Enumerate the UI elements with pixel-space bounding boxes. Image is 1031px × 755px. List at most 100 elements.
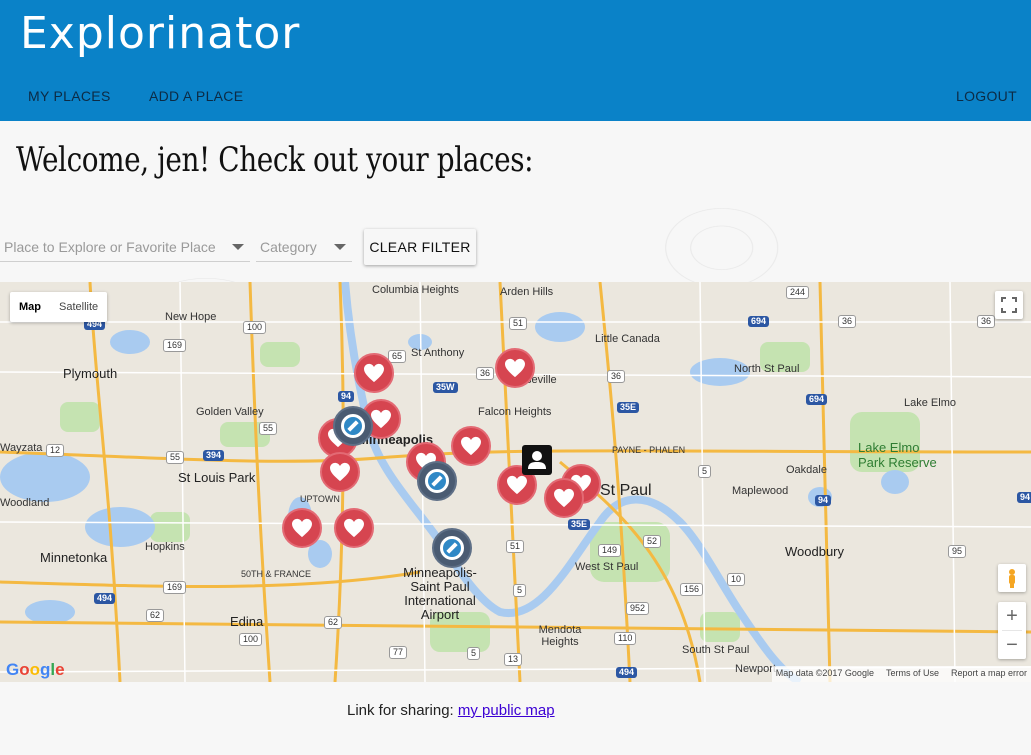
map-label: St Louis Park (178, 470, 256, 485)
nav-logout[interactable]: LOGOUT (956, 88, 1017, 104)
heart-icon (364, 363, 384, 383)
interstate-shield-icon: 94 (338, 391, 355, 402)
map-label: Mendota Heights (538, 624, 582, 648)
favorite-place-pin[interactable] (544, 478, 584, 518)
map-label: South St Paul (682, 644, 750, 656)
public-map-link[interactable]: my public map (458, 702, 555, 719)
route-shield-icon: 5 (467, 647, 481, 660)
interstate-shield-icon: 394 (203, 450, 225, 461)
map-label: PAYNE - PHALEN (612, 445, 686, 455)
map-data-credit: Map data ©2017 Google (775, 668, 874, 678)
route-shield-icon: 36 (838, 315, 857, 328)
route-shield-icon: 12 (46, 444, 65, 457)
route-shield-icon: 55 (166, 451, 185, 464)
route-shield-icon: 100 (239, 633, 263, 646)
nav-my-places[interactable]: MY PLACES (28, 88, 111, 104)
app-logo[interactable]: Explorinator (20, 8, 300, 59)
share-label: Link for sharing: (347, 702, 458, 719)
interstate-shield-icon: 494 (616, 667, 638, 678)
favorite-place-pin[interactable] (334, 508, 374, 548)
interstate-shield-icon: 94 (1017, 492, 1031, 503)
fullscreen-button[interactable] (995, 291, 1023, 319)
map-label: New Hope (165, 311, 217, 323)
explore-place-pin[interactable] (417, 461, 457, 501)
map-label: Oakdale (786, 464, 827, 476)
map-label: Arden Hills (500, 286, 554, 298)
heart-icon (507, 475, 527, 495)
favorite-place-pin[interactable] (354, 353, 394, 393)
map-label: Minneapolis-Saint Paul International Air… (403, 565, 477, 622)
interstate-shield-icon: 35E (617, 402, 640, 413)
route-shield-icon: 55 (259, 422, 278, 435)
map-label: Plymouth (63, 366, 118, 381)
heart-icon (461, 436, 481, 456)
chevron-down-icon (232, 244, 244, 250)
clear-filter-button[interactable]: CLEAR FILTER (364, 229, 476, 265)
map-label: Woodland (0, 497, 50, 509)
map-label: Columbia Heights (372, 284, 459, 296)
heart-icon (330, 462, 350, 482)
route-shield-icon: 952 (626, 602, 650, 615)
interstate-shield-icon: 494 (94, 593, 116, 604)
place-type-placeholder: Place to Explore or Favorite Place (4, 239, 216, 255)
zoom-in-button[interactable]: + (998, 602, 1026, 630)
report-error-link[interactable]: Report a map error (951, 668, 1027, 682)
place-type-select[interactable]: Place to Explore or Favorite Place (0, 232, 250, 262)
route-shield-icon: 95 (948, 545, 967, 558)
favorite-place-pin[interactable] (495, 348, 535, 388)
map-label: West St Paul (575, 561, 639, 573)
interstate-shield-icon: 94 (815, 495, 832, 506)
route-shield-icon: 156 (680, 583, 704, 596)
map-type-map-button[interactable]: Map (10, 292, 50, 322)
interstate-shield-icon: 35W (433, 382, 458, 393)
street-view-button[interactable] (998, 564, 1026, 592)
map-label: Golden Valley (196, 406, 264, 418)
user-location-marker[interactable] (522, 445, 552, 475)
map-label: Maplewood (732, 485, 789, 497)
route-shield-icon: 36 (977, 315, 996, 328)
route-shield-icon: 62 (146, 609, 165, 622)
favorite-place-pin[interactable] (282, 508, 322, 548)
interstate-shield-icon: 35E (568, 519, 591, 530)
heart-icon (344, 518, 364, 538)
terms-of-use-link[interactable]: Terms of Use (886, 668, 939, 682)
route-shield-icon: 52 (643, 535, 662, 548)
page-title: Welcome, jen! Check out your places: (16, 140, 534, 180)
map-label: North St Paul (734, 363, 800, 375)
map-type-satellite-button[interactable]: Satellite (50, 292, 107, 322)
fullscreen-icon (1001, 297, 1017, 313)
map-label: Wayzata (0, 442, 43, 454)
compass-icon (440, 536, 464, 560)
favorite-place-pin[interactable] (451, 426, 491, 466)
app-header: Explorinator MY PLACES ADD A PLACE LOGOU… (0, 0, 1031, 121)
zoom-out-button[interactable]: − (998, 631, 1026, 659)
map-label: St Paul (600, 482, 652, 499)
explore-place-pin[interactable] (432, 528, 472, 568)
map-label: Woodbury (785, 544, 845, 559)
favorite-place-pin[interactable] (320, 452, 360, 492)
route-shield-icon: 5 (698, 465, 712, 478)
route-shield-icon: 10 (727, 573, 746, 586)
route-shield-icon: 36 (476, 367, 495, 380)
map-label: Edina (230, 614, 264, 629)
map-view[interactable]: Columbia Heights Arden Hills New Hope Li… (0, 282, 1031, 682)
route-shield-icon: 77 (389, 646, 408, 659)
nav-add-place[interactable]: ADD A PLACE (149, 88, 243, 104)
map-label: Hopkins (145, 541, 185, 553)
share-section: Link for sharing: my public map (347, 702, 555, 719)
explore-place-pin[interactable] (333, 406, 373, 446)
route-shield-icon: 169 (163, 581, 187, 594)
map-label: Lake Elmo (904, 397, 956, 409)
category-select[interactable]: Category (256, 232, 352, 262)
map-label: Minnetonka (40, 550, 108, 565)
interstate-shield-icon: 694 (806, 394, 828, 405)
route-shield-icon: 51 (506, 540, 525, 553)
map-label: UPTOWN (300, 494, 340, 504)
route-shield-icon: 169 (163, 339, 187, 352)
map-type-control: Map Satellite (10, 292, 108, 322)
chevron-down-icon (334, 244, 346, 250)
compass-icon (341, 414, 365, 438)
heart-icon (554, 488, 574, 508)
route-shield-icon: 13 (504, 653, 523, 666)
map-attribution: Map data ©2017 Google Terms of Use Repor… (771, 666, 1031, 682)
